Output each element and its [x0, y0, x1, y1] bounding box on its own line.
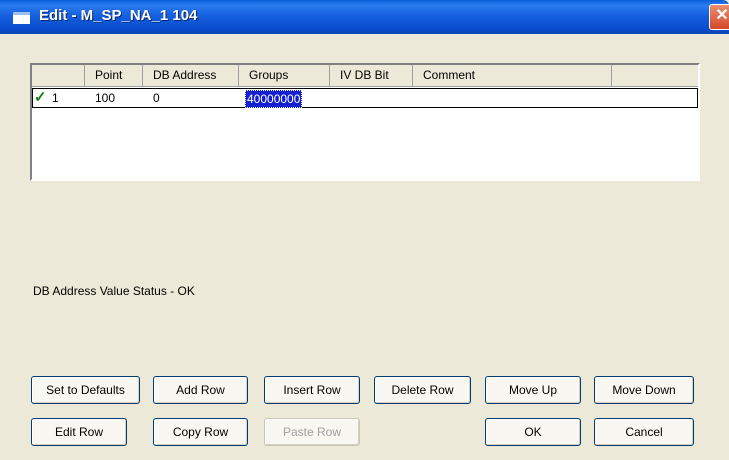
move-down-button[interactable]: Move Down: [594, 376, 694, 404]
column-header-comment[interactable]: Comment: [413, 65, 612, 87]
move-up-button[interactable]: Move Up: [485, 376, 581, 404]
row-header-corner: [32, 65, 85, 87]
points-grid[interactable]: Point DB Address Groups IV DB Bit Commen…: [30, 63, 700, 181]
column-header-filler: [612, 65, 698, 87]
insert-row-button[interactable]: Insert Row: [264, 376, 360, 404]
window-title: Edit - M_SP_NA_1 104: [39, 7, 198, 24]
table-row[interactable]: [32, 88, 698, 108]
add-row-button[interactable]: Add Row: [153, 376, 248, 404]
cell-point[interactable]: 100: [95, 90, 115, 106]
column-header-db-address[interactable]: DB Address: [143, 65, 239, 87]
title-bar[interactable]: Edit - M_SP_NA_1 104 ✕: [0, 0, 729, 34]
paste-row-button: Paste Row: [264, 418, 360, 446]
ok-button[interactable]: OK: [485, 418, 581, 446]
column-header-groups[interactable]: Groups: [239, 65, 330, 87]
cell-db-address[interactable]: 0: [153, 90, 160, 106]
edit-row-button[interactable]: Edit Row: [31, 418, 127, 446]
window-icon: [13, 12, 30, 24]
column-header-point[interactable]: Point: [85, 65, 143, 87]
delete-row-button[interactable]: Delete Row: [374, 376, 471, 404]
status-text: DB Address Value Status - OK: [33, 284, 195, 298]
set-to-defaults-button[interactable]: Set to Defaults: [31, 376, 140, 404]
cancel-button[interactable]: Cancel: [594, 418, 694, 446]
column-header-iv-db-bit[interactable]: IV DB Bit: [330, 65, 413, 87]
cell-groups[interactable]: 40000000: [245, 90, 303, 108]
copy-row-button[interactable]: Copy Row: [153, 418, 248, 446]
close-button[interactable]: ✕: [709, 4, 729, 30]
row-index: 1: [52, 91, 59, 105]
check-icon: ✓: [34, 89, 47, 106]
